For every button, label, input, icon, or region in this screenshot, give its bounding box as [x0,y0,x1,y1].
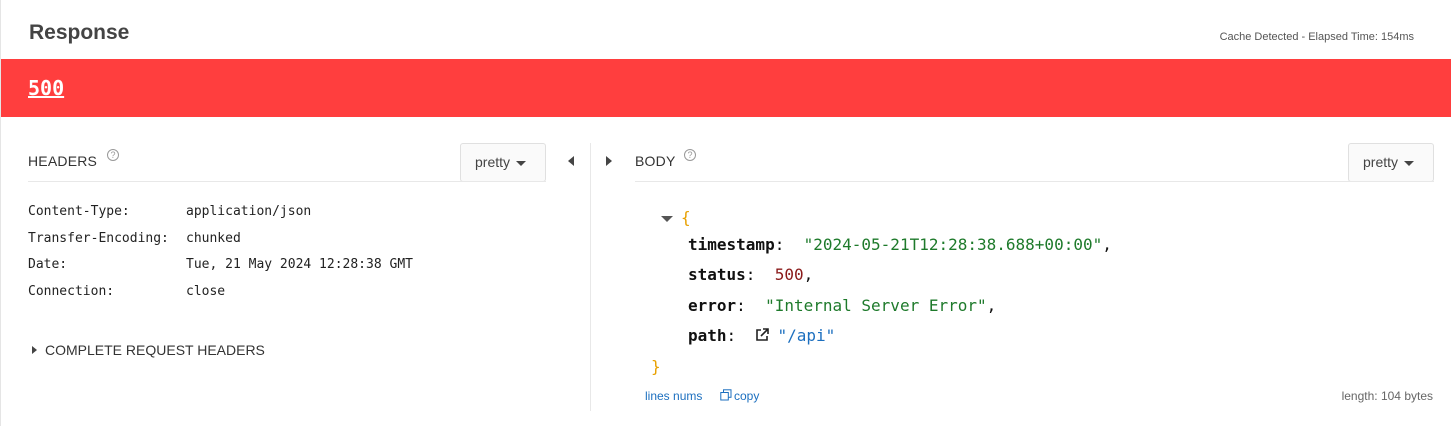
headers-label: HEADERS [28,153,98,169]
elapsed-time-meta: Cache Detected - Elapsed Time: 154ms [1219,31,1414,43]
header-value: Tue, 21 May 2024 12:28:38 GMT [186,257,413,272]
json-link-value[interactable]: "/api" [777,326,835,345]
body-length: length: 104 bytes [1341,389,1433,403]
complete-request-headers-label: COMPLETE REQUEST HEADERS [45,342,265,358]
header-key: Transfer-Encoding: [28,230,169,246]
json-value: "2024-05-21T12:28:38.688+00:00" [803,235,1103,254]
line-nums-toggle[interactable]: lines nums [645,389,702,403]
json-field-path: path: "/api" [688,326,836,345]
json-field-timestamp: timestamp: "2024-05-21T12:28:38.688+00:0… [688,235,1112,254]
collapse-left-icon[interactable] [568,156,574,166]
body-divider [635,181,1434,182]
header-key: Content-Type: [28,204,130,219]
status-bar: 500 [1,59,1451,117]
caret-down-icon [516,160,527,166]
headers-format-select[interactable]: pretty [460,143,546,182]
json-open-brace: { [681,208,691,227]
body-format-value: pretty [1363,154,1399,170]
copy-icon [720,389,732,401]
json-key: path [688,326,727,345]
header-value: close [186,283,226,299]
header-value: application/json [186,204,312,219]
json-key: timestamp [688,235,775,254]
body-format-select[interactable]: pretty [1348,143,1434,182]
panel-splitter[interactable] [590,143,591,411]
copy-label: copy [734,389,760,403]
headers-divider [28,181,546,182]
response-panel: Response Cache Detected - Elapsed Time: … [0,0,1451,426]
body-help-icon[interactable]: ? [684,149,696,161]
caret-down-icon [1404,160,1415,166]
response-title: Response [29,21,130,44]
json-key: error [688,296,737,315]
json-field-status: status: 500, [688,265,814,284]
json-key: status [688,265,746,284]
external-link-icon[interactable] [755,328,770,342]
expand-triangle-icon [32,346,37,354]
header-key: Date: [28,257,68,272]
header-key: Connection: [28,283,115,299]
expand-right-icon[interactable] [606,156,612,166]
status-code[interactable]: 500 [28,76,64,100]
body-label: BODY [635,153,676,169]
json-value: 500 [774,265,804,284]
complete-request-headers-toggle[interactable]: COMPLETE REQUEST HEADERS [32,342,265,358]
headers-format-value: pretty [475,154,511,170]
collapse-triangle-icon[interactable] [661,216,673,222]
json-field-error: error: "Internal Server Error", [688,296,997,315]
header-value: chunked [186,230,241,246]
copy-button[interactable]: copy [720,389,759,403]
headers-help-icon[interactable]: ? [107,149,119,161]
json-value: "Internal Server Error" [765,296,987,315]
json-close-brace: } [651,357,661,376]
